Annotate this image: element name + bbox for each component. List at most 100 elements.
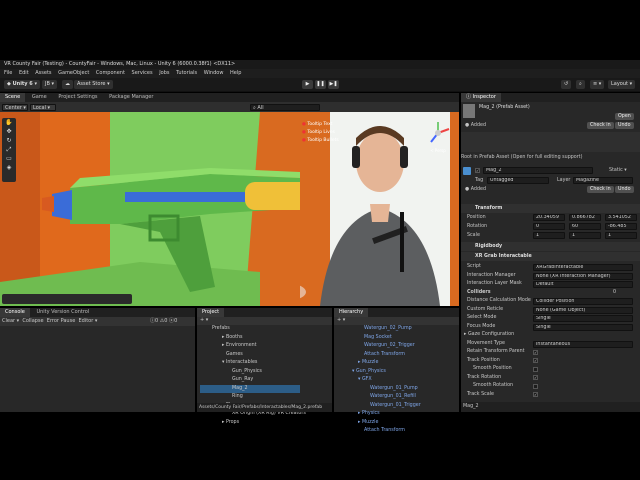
collapse-button[interactable]: Collapse bbox=[22, 318, 43, 324]
position-label: Position bbox=[467, 215, 486, 220]
play-button[interactable]: ▶ bbox=[302, 80, 313, 89]
checkin-button[interactable]: Check in bbox=[587, 122, 614, 129]
scale-label: Scale bbox=[467, 233, 480, 238]
window-title: VR County Fair (Testing) - CountyFair - … bbox=[4, 61, 236, 67]
prop-row[interactable]: ▸ Gaze Configuration bbox=[461, 331, 640, 340]
cloud-icon[interactable]: ☁ bbox=[62, 80, 73, 89]
snap-overlay[interactable] bbox=[2, 294, 132, 304]
xr-grab-properties: Script XRGrabInteractable Interaction Man… bbox=[461, 263, 640, 399]
space-dropdown[interactable]: Local ▾ bbox=[30, 103, 56, 111]
position-z[interactable]: 3.541052 bbox=[605, 214, 637, 221]
tab-console[interactable]: Console bbox=[0, 308, 30, 317]
position-y[interactable]: 0.866782 bbox=[569, 214, 601, 221]
tag-dropdown[interactable]: Untagged bbox=[487, 177, 549, 184]
menu-help[interactable]: Help bbox=[230, 70, 241, 76]
layers-button[interactable]: ≡ ▾ bbox=[590, 80, 605, 89]
hierarchy-item[interactable]: Watergun_02_Pump bbox=[336, 325, 458, 334]
tab-package-manager[interactable]: Package Manager bbox=[104, 93, 158, 102]
tree-item[interactable]: Games bbox=[200, 351, 330, 360]
tab-project[interactable]: Project bbox=[197, 308, 225, 317]
hierarchy-item[interactable]: ▾ Gun_Physics bbox=[336, 368, 458, 377]
step-button[interactable]: ▶❚ bbox=[328, 80, 339, 89]
rotation-z[interactable]: -86.485 bbox=[605, 223, 637, 230]
scale-y[interactable]: 1 bbox=[569, 232, 601, 239]
tab-inspector[interactable]: ⓘ Inspector bbox=[461, 93, 501, 102]
menu-component[interactable]: Component bbox=[96, 70, 125, 76]
hand-tool-icon[interactable]: ✋ bbox=[2, 118, 16, 127]
hierarchy-item[interactable]: Attach Transform bbox=[336, 427, 458, 436]
rotation-label: Rotation bbox=[467, 224, 488, 229]
hierarchy-item[interactable]: ▸ Muzzle bbox=[336, 419, 458, 428]
tab-hierarchy[interactable]: Hierarchy bbox=[334, 308, 369, 317]
gameobject-name-field[interactable]: Mag_2 bbox=[483, 167, 593, 174]
project-toolbar: + ▾ bbox=[197, 317, 332, 325]
open-button[interactable]: Open bbox=[615, 113, 634, 120]
tree-item[interactable]: Ring bbox=[200, 393, 330, 402]
tab-scene[interactable]: Scene bbox=[0, 93, 26, 102]
scene-search-input[interactable]: ⌕ All bbox=[250, 103, 320, 111]
menu-edit[interactable]: Edit bbox=[19, 70, 29, 76]
rotate-tool-icon[interactable]: ↻ bbox=[2, 136, 16, 145]
transform-header[interactable]: Transform bbox=[461, 204, 640, 213]
rotation-x[interactable]: 0 bbox=[533, 223, 565, 230]
scale-x[interactable]: 1 bbox=[533, 232, 565, 239]
editor-dropdown[interactable]: Editor bbox=[78, 318, 93, 324]
scene-gizmo[interactable]: < Persp bbox=[425, 120, 451, 153]
menu-file[interactable]: File bbox=[4, 70, 12, 76]
tree-item[interactable]: ▾ Interactables bbox=[200, 359, 330, 368]
tree-item[interactable]: Prefabs bbox=[200, 325, 330, 334]
unity-logo-menu[interactable]: ◆ Unity 6 ▾ bbox=[4, 80, 41, 89]
history-icon[interactable]: ↺ bbox=[561, 80, 572, 89]
pause-button[interactable]: ❚❚ bbox=[315, 80, 326, 89]
menu-gameobject[interactable]: GameObject bbox=[58, 70, 89, 76]
add-icon[interactable]: + ▾ bbox=[197, 317, 208, 323]
tree-item[interactable]: Gun_Physics bbox=[200, 368, 330, 377]
layer-dropdown[interactable]: Magazine bbox=[573, 177, 633, 184]
hierarchy-item[interactable]: Watergun_01_Refill bbox=[336, 393, 458, 402]
hierarchy-item[interactable]: Attach Transform bbox=[336, 351, 458, 360]
static-toggle[interactable]: Static ▾ bbox=[609, 168, 627, 173]
hierarchy-item[interactable]: ▸ Physics bbox=[336, 410, 458, 419]
add-icon[interactable]: + ▾ bbox=[334, 317, 345, 323]
hierarchy-item[interactable]: ▾ GFX bbox=[336, 376, 458, 385]
hierarchy-item[interactable]: Watergun_01_Trigger bbox=[336, 402, 458, 411]
xr-grab-header[interactable]: XR Grab Interactable bbox=[461, 252, 640, 261]
menu-services[interactable]: Services bbox=[132, 70, 153, 76]
scale-tool-icon[interactable]: ⤢ bbox=[2, 145, 16, 154]
checkin-button[interactable]: Check in bbox=[587, 186, 614, 193]
search-icon[interactable]: ⌕ bbox=[576, 80, 585, 89]
hierarchy-item[interactable]: ▸ Muzzle bbox=[336, 359, 458, 368]
tab-unity-version-control[interactable]: Unity Version Control bbox=[31, 308, 94, 317]
menu-assets[interactable]: Assets bbox=[35, 70, 51, 76]
scale-z[interactable]: 1 bbox=[605, 232, 637, 239]
account-button[interactable]: JB ▾ bbox=[42, 80, 58, 89]
undo-button[interactable]: Undo bbox=[615, 186, 634, 193]
transform-tool-icon[interactable]: ◈ bbox=[2, 163, 16, 172]
tree-item-selected[interactable]: Mag_2 bbox=[200, 384, 300, 393]
asset-store-button[interactable]: Asset Store ▾ bbox=[74, 80, 113, 89]
rigidbody-header[interactable]: Rigidbody bbox=[461, 242, 640, 251]
position-x[interactable]: 20.34059 bbox=[533, 214, 565, 221]
layout-button[interactable]: Layout ▾ bbox=[608, 80, 636, 89]
tree-item[interactable]: Gun_Ray bbox=[200, 376, 330, 385]
menu-tutorials[interactable]: Tutorials bbox=[176, 70, 197, 76]
menu-jobs[interactable]: Jobs bbox=[159, 70, 169, 76]
active-checkbox[interactable]: ✓ bbox=[475, 168, 480, 173]
tree-item[interactable]: ▸ Environment bbox=[200, 342, 330, 351]
move-tool-icon[interactable]: ✥ bbox=[2, 127, 16, 136]
clear-button[interactable]: Clear bbox=[2, 318, 15, 324]
hierarchy-item[interactable]: Mag Socket bbox=[336, 334, 458, 343]
rotation-y[interactable]: 60 bbox=[569, 223, 601, 230]
tree-item[interactable]: ▸ Booths bbox=[200, 334, 330, 343]
pivot-dropdown[interactable]: Center ▾ bbox=[2, 103, 28, 111]
rect-tool-icon[interactable]: ▭ bbox=[2, 154, 16, 163]
tab-game[interactable]: Game bbox=[27, 93, 52, 102]
hierarchy-item[interactable]: Watergun_01_Pump bbox=[336, 385, 458, 394]
undo-button[interactable]: Undo bbox=[615, 122, 634, 129]
hierarchy-item[interactable]: Watergun_02_Trigger bbox=[336, 342, 458, 351]
menu-window[interactable]: Window bbox=[204, 70, 224, 76]
tab-project-settings[interactable]: Project Settings bbox=[53, 93, 102, 102]
scene-viewport[interactable]: ● Tooltip Text ● Tooltip Lives ● Tooltip… bbox=[0, 112, 459, 306]
tree-item[interactable]: ▸ Props bbox=[200, 419, 330, 428]
error-pause-button[interactable]: Error Pause bbox=[47, 318, 75, 324]
